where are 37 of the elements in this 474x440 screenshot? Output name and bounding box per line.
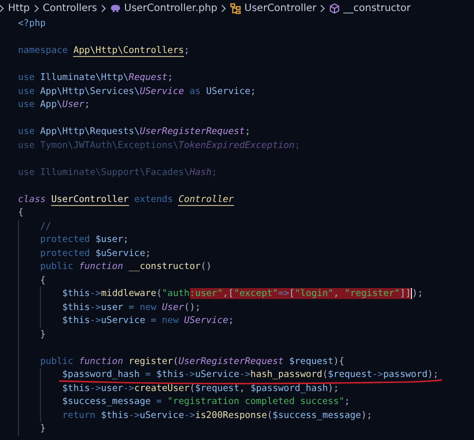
code-line: public function __constructor() xyxy=(40,261,212,272)
code-line: $this->user = new User(); xyxy=(62,302,201,312)
code-line: } xyxy=(40,328,46,340)
code-line: use App\Http\Requests\UserRegisterRequest; xyxy=(18,126,250,137)
code-line: { xyxy=(40,274,46,286)
code-line: // xyxy=(40,220,52,232)
code-line: <?php xyxy=(18,18,46,29)
code-line: protected $uService; xyxy=(40,248,151,258)
code-line: } xyxy=(40,423,46,434)
chevron-icon xyxy=(320,4,326,13)
chevron-icon xyxy=(34,4,39,13)
chevron-icon xyxy=(101,4,106,13)
code-line: $this->middleware("auth:user",["except"=>["login", "register"]]); xyxy=(62,288,424,299)
code-line: use App\Http\Services\UService as UService; xyxy=(18,86,256,96)
code-line: $success_message = "registration completed success"; xyxy=(62,396,350,407)
hierarchy-icon xyxy=(230,3,242,14)
code-line: use Illuminate\Http\Request; xyxy=(18,72,173,83)
code-line: $this->user->createUser($request, $password_hash); xyxy=(62,382,339,394)
code-line: use App\User; xyxy=(18,99,90,110)
cube-icon xyxy=(329,3,340,14)
code-line: use Illuminate\Support\Facades\Hash; xyxy=(18,166,218,178)
chevron-icon xyxy=(221,4,226,13)
breadcrumb-item[interactable]: Http xyxy=(8,3,30,14)
code-line: public function register(UserRegisterRequest $request){ xyxy=(40,356,344,366)
breadcrumb-item[interactable]: UserController xyxy=(244,3,316,14)
code-line: protected $user; xyxy=(40,234,129,245)
code-line: return $this->uService->is200Response($success_message); xyxy=(62,410,372,420)
code-line: use Tymon\JWTAuth\Exceptions\TokenExpiredException; xyxy=(18,140,300,150)
code-line: { xyxy=(18,207,24,218)
code-line: $this->uService = new UService; xyxy=(62,315,234,326)
code-line: namespace App\Http\Controllers; xyxy=(18,45,190,57)
breadcrumb-item[interactable]: UserController.php xyxy=(124,3,218,14)
breadcrumb-item[interactable]: Controllers xyxy=(42,3,98,14)
chevron-icon xyxy=(0,4,4,13)
code-line: class UserController extends Controller xyxy=(18,194,234,206)
code-line: $password_hash = $this->uService->hash_password($request->password); xyxy=(62,369,439,380)
breadcrumb-item[interactable]: __constructor xyxy=(343,3,411,14)
